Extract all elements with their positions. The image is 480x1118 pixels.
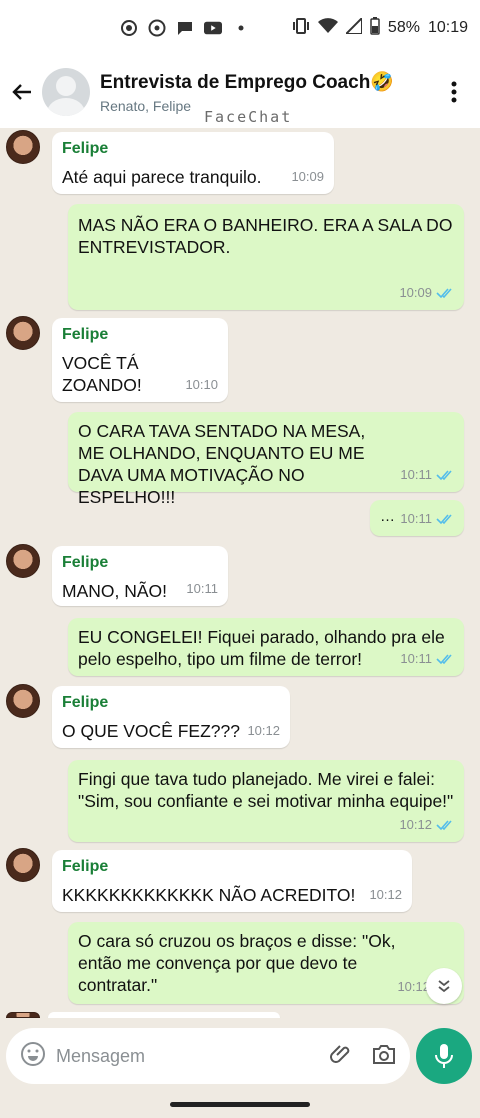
camera-icon[interactable] [372, 1043, 396, 1070]
avatar[interactable] [6, 684, 40, 718]
message-list[interactable]: Felipe Até aqui parece tranquilo. 10:09 … [0, 0, 480, 1018]
message-time: 10:12 [247, 723, 280, 738]
avatar[interactable] [6, 1012, 40, 1018]
message-outgoing[interactable]: MAS NÃO ERA O BANHEIRO. ERA A SALA DO EN… [68, 204, 464, 310]
message-time: 10:11 [186, 581, 218, 596]
home-indicator[interactable] [170, 1102, 310, 1107]
chevron-down-icon [438, 980, 450, 993]
sender-name: Felipe [62, 326, 109, 343]
message-outgoing[interactable]: EU CONGELEI! Fiquei parado, olhando pra … [68, 618, 464, 676]
double-check-icon [436, 654, 452, 665]
message-outgoing[interactable]: Fingi que tava tudo planejado. Me virei … [68, 760, 464, 842]
message-text: MAS NÃO ERA O BANHEIRO. ERA A SALA DO EN… [78, 215, 453, 257]
message-incoming[interactable]: Felipe KKKKKKKKKKKKK NÃO ACREDITO! 10:12 [52, 850, 412, 912]
attach-icon[interactable] [330, 1042, 354, 1071]
avatar[interactable] [6, 848, 40, 882]
message-time: 10:11 [400, 511, 432, 526]
avatar[interactable] [6, 316, 40, 350]
message-outgoing[interactable]: O cara só cruzou os braços e disse: "Ok,… [68, 922, 464, 1004]
message-time: 10:11 [400, 467, 432, 482]
message-composer[interactable]: Mensagem [6, 1028, 410, 1084]
double-check-icon [436, 288, 452, 299]
avatar[interactable] [6, 544, 40, 578]
message-incoming-partial [48, 1012, 280, 1018]
message-time: 10:12 [399, 817, 432, 832]
message-time: 10:10 [185, 377, 218, 392]
double-check-icon [436, 470, 452, 481]
sender-name: Felipe [62, 858, 109, 875]
message-text: Fingi que tava tudo planejado. Me virei … [78, 769, 454, 811]
emoji-icon[interactable] [20, 1041, 46, 1072]
message-incoming[interactable]: Felipe Até aqui parece tranquilo. 10:09 [52, 132, 334, 194]
message-text: O CARA TAVA SENTADO NA MESA, ME OLHANDO,… [78, 421, 366, 507]
message-input[interactable]: Mensagem [56, 1046, 330, 1067]
message-outgoing[interactable]: O CARA TAVA SENTADO NA MESA, ME OLHANDO,… [68, 412, 464, 507]
sender-name: Felipe [62, 140, 109, 157]
mic-button[interactable] [416, 1028, 472, 1084]
message-time: 10:12 [369, 887, 402, 902]
mic-icon [435, 1044, 453, 1068]
double-check-icon [436, 514, 452, 525]
system-nav-bar [0, 1090, 480, 1118]
avatar[interactable] [6, 130, 40, 164]
message-incoming[interactable]: Felipe O QUE VOCÊ FEZ??? 10:12 [52, 686, 290, 748]
message-text: Até aqui parece tranquilo. [62, 167, 262, 187]
message-text: EU CONGELEI! Fiquei parado, olhando pra … [78, 627, 445, 669]
message-time: 10:09 [291, 169, 324, 184]
message-time: 10:09 [399, 285, 432, 300]
message-incoming[interactable]: Felipe MANO, NÃO! 10:11 [52, 546, 228, 606]
scroll-to-bottom-button[interactable] [426, 968, 462, 1004]
message-incoming[interactable]: Felipe VOCÊ TÁ ZOANDO! 10:10 [52, 318, 228, 402]
double-check-icon [436, 820, 452, 831]
message-outgoing[interactable]: … 10:11 [370, 500, 464, 536]
sender-name: Felipe [62, 694, 109, 711]
message-time: 10:11 [400, 651, 432, 666]
sender-name: Felipe [62, 554, 109, 571]
message-text: KKKKKKKKKKKKK NÃO ACREDITO! [62, 885, 356, 905]
